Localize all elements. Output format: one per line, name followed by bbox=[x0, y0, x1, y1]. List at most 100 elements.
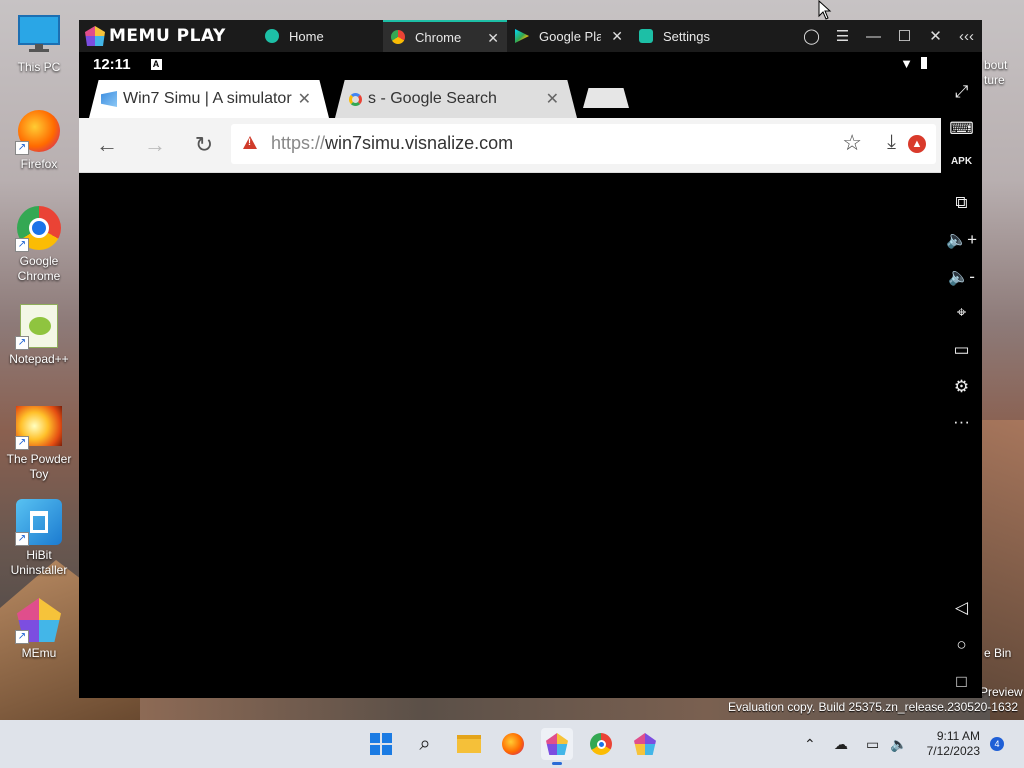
close-tab-icon[interactable]: ✕ bbox=[298, 89, 311, 109]
back-arrow-icon[interactable]: ← bbox=[94, 132, 120, 158]
notepad-plus-plus-icon: ↗ bbox=[15, 302, 63, 350]
not-secure-warning-icon[interactable] bbox=[243, 136, 257, 149]
desktop-icon-hibit-uninstaller[interactable]: ↗ HiBit Uninstaller bbox=[1, 498, 77, 578]
apk-install-icon[interactable]: APK bbox=[941, 156, 982, 167]
memu-multi-taskbar-icon[interactable] bbox=[629, 728, 661, 760]
notification-badge[interactable]: 4 bbox=[990, 737, 1004, 751]
multi-instance-icon[interactable]: ⧉ bbox=[941, 193, 982, 213]
location-icon[interactable]: ⌖ bbox=[941, 303, 982, 323]
memu-logo-text: MEMU PLAY bbox=[109, 26, 226, 46]
chrome-tab-title: s - Google Search bbox=[368, 90, 497, 107]
file-explorer-icon[interactable] bbox=[453, 728, 485, 760]
start-button[interactable] bbox=[365, 728, 397, 760]
desktop-icon-notepad-plus-plus[interactable]: ↗ Notepad++ bbox=[1, 302, 77, 367]
chrome-icon: ↗ bbox=[15, 204, 63, 252]
mouse-cursor-icon bbox=[818, 0, 832, 20]
update-icon[interactable]: ▲ bbox=[908, 135, 926, 153]
more-icon[interactable]: ··· bbox=[941, 412, 982, 432]
firefox-icon: ↗ bbox=[15, 107, 63, 155]
desktop-icon-label: The Powder Toy bbox=[6, 452, 72, 481]
chevron-up-icon[interactable]: ⌃ bbox=[804, 736, 816, 753]
volume-down-icon[interactable]: 🔈- bbox=[941, 267, 982, 287]
bookmark-star-icon[interactable]: ☆ bbox=[842, 130, 862, 156]
notification-a-icon: A bbox=[150, 58, 162, 70]
android-back-icon[interactable]: ◁ bbox=[941, 598, 982, 618]
chrome-tab-strip: Win7 Simu | A simulator of ✕ s - Google … bbox=[79, 76, 941, 118]
settings-gear-icon[interactable]: ⚙ bbox=[941, 377, 982, 397]
url-host: win7simu.visnalize.com bbox=[325, 133, 514, 153]
network-icon[interactable]: ▭ bbox=[866, 720, 879, 768]
tab-label: Settings bbox=[663, 28, 710, 44]
address-bar[interactable]: https://win7simu.visnalize.com ☆ ⤓ ▲ bbox=[231, 124, 936, 164]
maximize-icon[interactable]: ☐ bbox=[889, 27, 920, 45]
desktop-icon-google-chrome[interactable]: ↗ Google Chrome bbox=[1, 204, 77, 284]
close-icon[interactable]: ✕ bbox=[611, 28, 623, 45]
shortcut-arrow-icon: ↗ bbox=[15, 336, 29, 350]
desktop-icon-memu[interactable]: ↗ MEmu bbox=[1, 596, 77, 661]
memu-logo: MEMU PLAY bbox=[79, 20, 257, 52]
android-home-icon[interactable]: ○ bbox=[941, 635, 982, 655]
forward-arrow-icon[interactable]: → bbox=[142, 132, 168, 158]
powder-toy-icon: ↗ bbox=[15, 402, 63, 450]
chrome-tab-win7-simu[interactable]: Win7 Simu | A simulator of ✕ bbox=[89, 80, 329, 118]
desktop-icon-label: Firefox bbox=[20, 157, 58, 171]
shortcut-arrow-icon: ↗ bbox=[15, 630, 29, 644]
android-recents-icon[interactable]: □ bbox=[941, 672, 982, 692]
shortcut-arrow-icon: ↗ bbox=[15, 436, 29, 450]
url-text[interactable]: https://win7simu.visnalize.com bbox=[271, 133, 513, 154]
chrome-tab-google-search[interactable]: s - Google Search ✕ bbox=[335, 80, 577, 118]
windows-taskbar: ⌕ ⌃ ☁ ▭ 🔈 9:11 AM 7/12/2023 4 bbox=[0, 720, 1024, 768]
download-icon[interactable]: ⤓ bbox=[887, 131, 896, 154]
memu-icon: ↗ bbox=[15, 596, 63, 644]
account-icon[interactable]: ◯ bbox=[796, 27, 827, 45]
evaluation-watermark: Evaluation copy. Build 25375.zn_release.… bbox=[728, 700, 1018, 714]
memu-logo-icon bbox=[85, 26, 105, 46]
emulator-tab-chrome[interactable]: Chrome ✕ bbox=[383, 20, 507, 52]
chrome-icon bbox=[391, 30, 405, 44]
folder-icon[interactable]: ▭ bbox=[941, 340, 982, 360]
tab-label: Home bbox=[289, 28, 324, 44]
show-hidden-icons[interactable]: ⌃ bbox=[804, 720, 816, 768]
volume-up-icon[interactable]: 🔈+ bbox=[941, 230, 982, 250]
window-controls: ◯ ☰ — ☐ ✕ ‹‹‹ bbox=[796, 20, 982, 52]
firefox-taskbar-icon[interactable] bbox=[497, 728, 529, 760]
reload-icon[interactable]: ↻ bbox=[191, 132, 217, 158]
volume-icon[interactable]: 🔈 bbox=[890, 720, 907, 768]
emulator-tab-settings[interactable]: Settings bbox=[631, 20, 755, 52]
shortcut-arrow-icon: ↗ bbox=[15, 532, 29, 546]
monitor-icon bbox=[15, 10, 63, 58]
minimize-icon[interactable]: — bbox=[858, 28, 889, 45]
recycle-bin-label-partial: e Bin bbox=[984, 646, 1012, 660]
onedrive-icon[interactable]: ☁ bbox=[834, 720, 848, 768]
shortcut-arrow-icon: ↗ bbox=[15, 141, 29, 155]
close-icon[interactable]: ✕ bbox=[920, 27, 951, 45]
chrome-taskbar-icon[interactable] bbox=[585, 728, 617, 760]
home-app-icon bbox=[265, 29, 279, 43]
fullscreen-icon[interactable]: ⤢ bbox=[941, 82, 982, 102]
desktop-icon-this-pc[interactable]: This PC bbox=[1, 10, 77, 75]
shortcut-arrow-icon: ↗ bbox=[15, 238, 29, 252]
watermark-preview: Preview bbox=[980, 685, 1023, 699]
desktop-icon-firefox[interactable]: ↗ Firefox bbox=[1, 107, 77, 172]
taskbar-clock[interactable]: 9:11 AM 7/12/2023 bbox=[927, 729, 980, 759]
android-status-bar: 12:11 A ▼ bbox=[79, 52, 941, 76]
desktop-icon-label: This PC bbox=[17, 60, 61, 74]
menu-icon[interactable]: ☰ bbox=[827, 27, 858, 45]
close-tab-icon[interactable]: ✕ bbox=[546, 89, 559, 109]
web-page-content[interactable] bbox=[79, 174, 941, 698]
emulator-tab-home[interactable]: Home bbox=[257, 20, 383, 52]
emulator-side-toolbar: ⤢ ⌨ APK ⧉ 🔈+ 🔈- ⌖ ▭ ⚙ ··· ◁ ○ □ bbox=[941, 52, 982, 698]
new-tab-button[interactable] bbox=[583, 88, 629, 108]
memu-taskbar-icon[interactable] bbox=[541, 728, 573, 765]
desktop-icon-the-powder-toy[interactable]: ↗ The Powder Toy bbox=[1, 402, 77, 482]
windows-logo-icon bbox=[370, 733, 392, 755]
chrome-toolbar: ← → ↻ https://win7simu.visnalize.com ☆ ⤓… bbox=[79, 118, 941, 173]
status-time: 12:11 bbox=[93, 55, 131, 73]
close-icon[interactable]: ✕ bbox=[487, 30, 499, 47]
emulator-tab-google-play[interactable]: Google Play ✕ bbox=[507, 20, 631, 52]
tab-label: Chrome bbox=[415, 29, 462, 45]
collapse-sidebar-icon[interactable]: ‹‹‹ bbox=[951, 28, 982, 45]
keyboard-icon[interactable]: ⌨ bbox=[941, 119, 982, 139]
search-icon[interactable]: ⌕ bbox=[409, 728, 441, 760]
google-play-icon bbox=[515, 29, 529, 43]
